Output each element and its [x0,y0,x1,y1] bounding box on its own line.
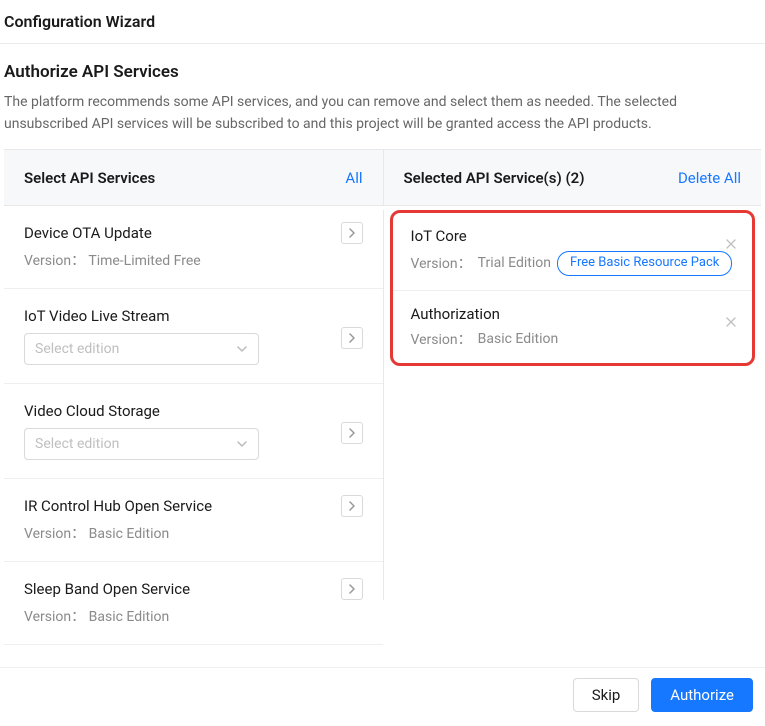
service-name: IR Control Hub Open Service [24,497,363,515]
skip-button[interactable]: Skip [573,678,640,712]
chevron-right-icon [347,333,357,343]
version-value: Basic Edition [478,331,559,347]
version-label: Version： [24,253,85,269]
add-service-button[interactable] [341,422,363,444]
page-title: Configuration Wizard [4,12,761,31]
service-item: Sleep Band Open Service Version： Basic E… [4,562,383,645]
version-value: Basic Edition [89,526,170,542]
chevron-down-icon [236,343,248,355]
add-service-button[interactable] [341,327,363,349]
section-title: Authorize API Services [4,62,761,82]
delete-all-link[interactable]: Delete All [678,169,741,187]
chevron-right-icon [347,501,357,511]
chevron-right-icon [347,228,357,238]
selected-highlight: IoT Core Version： Trial Edition Free Bas… [390,210,756,365]
chevron-right-icon [347,428,357,438]
add-service-button[interactable] [341,578,363,600]
chevron-down-icon [236,438,248,450]
version-value: Time-Limited Free [88,253,200,269]
remove-button[interactable] [722,313,740,331]
version-value: Trial Edition [478,255,551,271]
service-name: Sleep Band Open Service [24,580,363,598]
resource-pack-badge[interactable]: Free Basic Resource Pack [557,251,732,275]
version-label: Version： [24,526,85,542]
edition-select[interactable]: Select edition [24,428,259,460]
service-name: Device OTA Update [24,224,363,242]
service-item: IR Control Hub Open Service Version： Bas… [4,479,383,562]
select-placeholder: Select edition [35,341,119,357]
selected-item: IoT Core Version： Trial Edition Free Bas… [393,213,753,290]
version-label: Version： [411,253,472,273]
selected-name: Authorization [411,305,735,323]
service-item: IoT Video Live Stream Select edition [4,289,383,384]
chevron-right-icon [347,584,357,594]
panel-selected-services: Selected API Service(s) (2) Delete All I… [383,149,762,645]
select-placeholder: Select edition [35,436,119,452]
remove-button[interactable] [722,235,740,253]
add-service-button[interactable] [341,222,363,244]
available-title: Select API Services [24,169,155,187]
service-name: IoT Video Live Stream [24,307,363,325]
version-label: Version： [24,609,85,625]
version-label: Version： [411,329,472,349]
selected-name: IoT Core [411,227,735,245]
authorize-button[interactable]: Authorize [651,678,753,712]
close-icon [726,239,736,249]
version-value: Basic Edition [89,609,170,625]
service-name: Video Cloud Storage [24,402,363,420]
selected-item: Authorization Version： Basic Edition [393,291,753,363]
section-description: The platform recommends some API service… [4,92,761,135]
selected-title: Selected API Service(s) (2) [404,169,585,187]
panel-available-services: Select API Services All Device OTA Updat… [4,149,383,645]
edition-select[interactable]: Select edition [24,333,259,365]
add-service-button[interactable] [341,495,363,517]
close-icon [726,317,736,327]
service-item: Device OTA Update Version： Time-Limited … [4,206,383,289]
add-all-link[interactable]: All [345,169,362,187]
service-item: Video Cloud Storage Select edition [4,384,383,479]
